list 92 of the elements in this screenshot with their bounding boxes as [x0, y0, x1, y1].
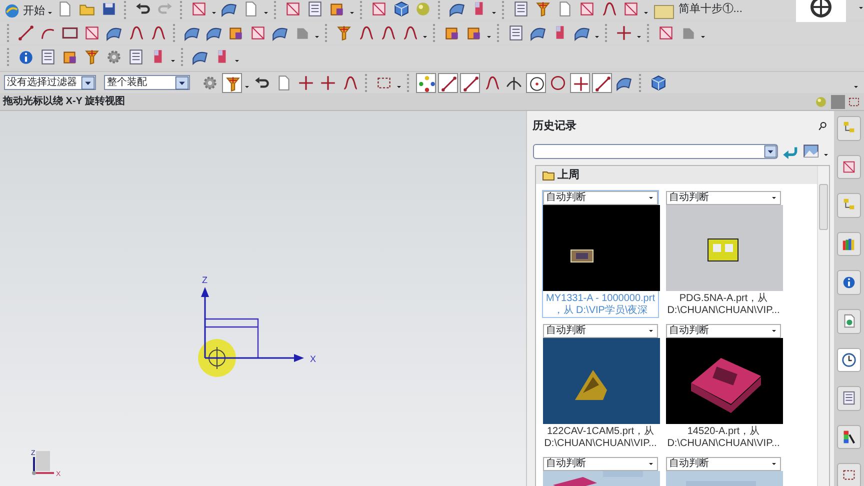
- history-search-field[interactable]: [532, 144, 778, 158]
- file-caption: MY1331-A - 1000000.prt ，从 D:\VIP学员\夜深: [545, 292, 656, 316]
- plus-icon[interactable]: [297, 74, 315, 92]
- frame-icon[interactable]: [284, 0, 302, 18]
- plus-icon[interactable]: [319, 74, 337, 92]
- selection-filter-dropdown[interactable]: 没有选择过滤器: [4, 75, 96, 90]
- history-item[interactable]: 自动判断 MY1331-A - 1000000.prt ，从 D:\VIP学员\夜深: [542, 190, 659, 318]
- open-mode-dropdown[interactable]: 自动判断: [543, 456, 658, 470]
- start-button[interactable]: 开始: [4, 3, 45, 19]
- line-icon: [462, 74, 480, 92]
- group-heading: 上周: [557, 168, 580, 183]
- plus-icon: [572, 74, 590, 92]
- resource-tab[interactable]: [837, 348, 861, 372]
- quick-tip: 简单十步①...: [678, 3, 742, 16]
- sketch-outline: [204, 318, 259, 359]
- dropdown-icon: [81, 76, 95, 90]
- z-axis: [201, 287, 209, 358]
- history-item[interactable]: 自动判断 14520-A.prt，从 D:\CHUAN\CHUAN\VIP...: [665, 322, 782, 450]
- snap-point-toggle[interactable]: [416, 72, 436, 92]
- table-icon: [841, 390, 857, 406]
- frame-icon[interactable]: [370, 0, 388, 18]
- circle-icon: [549, 74, 567, 92]
- triad-drawing: [32, 451, 54, 475]
- line-icon: [594, 74, 612, 92]
- filter-icon[interactable]: [335, 24, 353, 42]
- curve-icon[interactable]: [401, 24, 419, 42]
- cube-icon[interactable]: [392, 0, 410, 18]
- frame-icon[interactable]: [622, 0, 640, 18]
- snap-point-toggle[interactable]: [570, 72, 590, 92]
- history-item[interactable]: 自动判断 122CAV-1CAM5.prt，从 D:\CHUAN\CHUAN\VIP...: [542, 322, 659, 450]
- curve-icon[interactable]: [357, 24, 375, 42]
- frame-icon[interactable]: [249, 24, 267, 42]
- plus-icon[interactable]: [615, 24, 633, 42]
- table-icon[interactable]: [306, 0, 324, 18]
- open-mode-dropdown[interactable]: 自动判断: [666, 456, 781, 470]
- snap-point-toggle[interactable]: [592, 72, 612, 92]
- axis-label: Z: [202, 275, 208, 285]
- history-item[interactable]: 自动判断 PDG.5NA-A.prt，从 D:\CHUAN\CHUAN\VIP...: [665, 190, 782, 318]
- cube-icon: [649, 74, 667, 92]
- circle-center-icon: [528, 74, 546, 92]
- cursor-highlight: [198, 339, 236, 377]
- table-icon[interactable]: [507, 24, 525, 42]
- history-item[interactable]: 自动判断: [665, 456, 782, 486]
- curve-icon: [483, 74, 501, 92]
- frame-icon[interactable]: [83, 24, 101, 42]
- filter-icon[interactable]: [83, 48, 101, 66]
- snap-point-toggle[interactable]: [460, 72, 480, 92]
- open-mode-dropdown[interactable]: 自动判断: [543, 324, 658, 338]
- file-caption: PDG.5NA-A.prt，从 D:\CHUAN\CHUAN\VIP...: [666, 292, 781, 316]
- filter-icon[interactable]: [534, 0, 552, 18]
- frame-icon[interactable]: [657, 24, 675, 42]
- curve-icon[interactable]: [149, 24, 167, 42]
- curve-icon[interactable]: [341, 74, 359, 92]
- color-palette-icon: [841, 428, 857, 445]
- snap-point-toggle[interactable]: [438, 72, 458, 92]
- line-icon: [440, 74, 458, 92]
- assembly-scope-dropdown[interactable]: 整个装配: [104, 75, 190, 90]
- wheel-logo-icon: [796, 0, 846, 22]
- file-caption: 14520-A.prt，从 D:\CHUAN\CHUAN\VIP...: [666, 424, 781, 450]
- points-icon: [418, 74, 436, 92]
- frame-icon[interactable]: [578, 0, 596, 18]
- dropdown-icon: [764, 144, 778, 158]
- frame-icon: [841, 158, 857, 175]
- info-icon: [841, 274, 857, 290]
- open-mode-dropdown[interactable]: 自动判断: [666, 324, 781, 338]
- table-icon[interactable]: [512, 0, 530, 18]
- scrollbar-thumb[interactable]: [819, 184, 828, 230]
- filter-toggle[interactable]: [222, 72, 242, 92]
- table-icon[interactable]: [39, 48, 57, 66]
- history-item[interactable]: 自动判断: [542, 456, 659, 486]
- axis-label: X: [310, 354, 316, 364]
- image-icon[interactable]: [802, 142, 820, 160]
- info-icon[interactable]: [17, 48, 35, 66]
- folder-icon: [542, 170, 554, 180]
- panel-title: 历史记录: [532, 118, 578, 134]
- dropdown-icon: [175, 76, 189, 90]
- snap-point-toggle[interactable]: [526, 72, 546, 92]
- curve-icon[interactable]: [379, 24, 397, 42]
- filter-icon: [224, 74, 242, 92]
- open-mode-dropdown[interactable]: 自动判断: [666, 190, 781, 204]
- curve-icon[interactable]: [127, 24, 145, 42]
- resource-tab[interactable]: [837, 424, 861, 450]
- line-icon[interactable]: [17, 24, 35, 42]
- cue-line: 拖动光标以绕 X-Y 旋转视图: [3, 94, 126, 109]
- gear-icon[interactable]: [201, 74, 219, 92]
- open-mode-dropdown[interactable]: 自动判断: [543, 190, 658, 204]
- globe-icon: [4, 3, 20, 19]
- file-caption: 122CAV-1CAM5.prt，从 D:\CHUAN\CHUAN\VIP...: [543, 424, 658, 450]
- table-icon[interactable]: [127, 48, 145, 66]
- gear-icon[interactable]: [105, 48, 123, 66]
- clock-icon: [841, 352, 857, 368]
- frame-icon[interactable]: [190, 0, 208, 18]
